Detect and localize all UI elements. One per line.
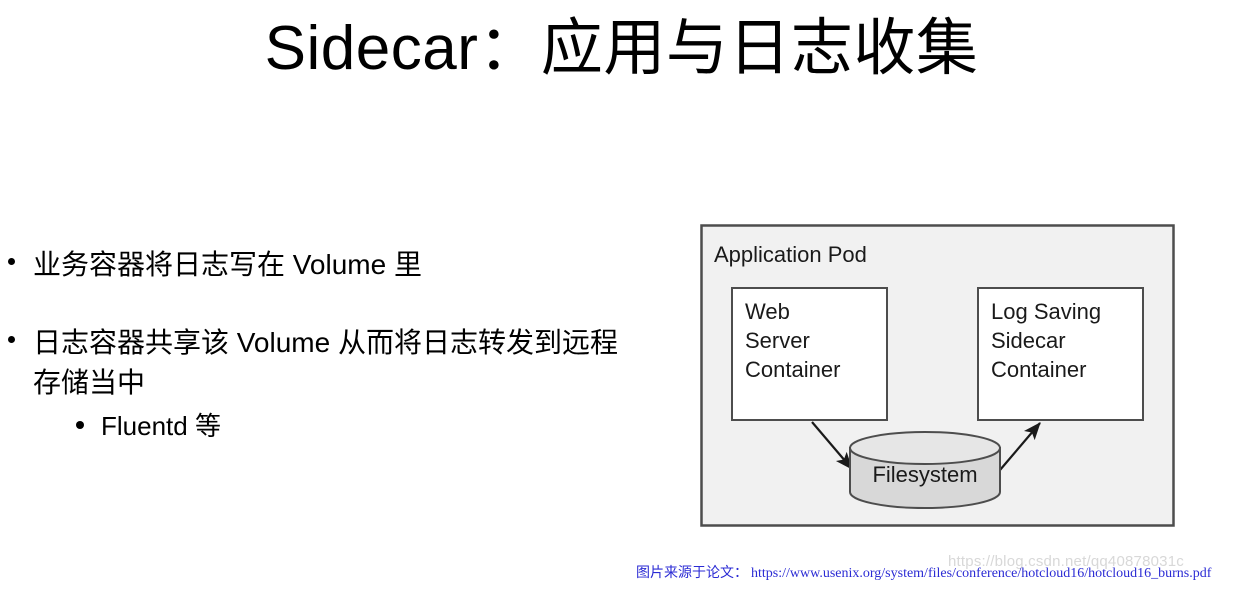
bullet-dot-icon bbox=[8, 258, 15, 265]
sub-bullet-list: Fluentd 等 bbox=[33, 407, 640, 445]
bullet-dot-icon bbox=[8, 336, 15, 343]
list-item: 业务容器将日志写在 Volume 里 bbox=[0, 245, 640, 285]
page-title: Sidecar：应用与日志收集 bbox=[264, 14, 979, 83]
bullet-text: 日志容器共享该 Volume 从而将日志转发到远程存储当中 bbox=[33, 327, 618, 398]
source-footnote-url[interactable]: https://www.usenix.org/system/files/conf… bbox=[751, 566, 1211, 581]
source-footnote-label: 图片来源于论文： bbox=[636, 566, 748, 581]
source-footnote: 图片来源于论文： https://www.usenix.org/system/fi… bbox=[636, 564, 1243, 584]
bullet-list: 业务容器将日志写在 Volume 里 日志容器共享该 Volume 从而将日志转… bbox=[0, 245, 640, 445]
list-item: 日志容器共享该 Volume 从而将日志转发到远程存储当中 Fluentd 等 bbox=[0, 323, 640, 445]
log-sidecar-container-line1: Log Saving bbox=[991, 299, 1101, 324]
log-sidecar-container-line2: Sidecar bbox=[991, 328, 1066, 353]
filesystem-label: Filesystem bbox=[872, 462, 977, 487]
sub-bullet-text: Fluentd 等 bbox=[101, 411, 221, 441]
application-pod-label: Application Pod bbox=[714, 242, 867, 267]
bullet-dot-icon bbox=[76, 421, 84, 429]
web-server-container-line1: Web bbox=[745, 299, 790, 324]
log-sidecar-container-line3: Container bbox=[991, 357, 1086, 382]
bullet-text: 业务容器将日志写在 Volume 里 bbox=[33, 249, 422, 280]
web-server-container-line2: Server bbox=[745, 328, 810, 353]
web-server-container-line3: Container bbox=[745, 357, 840, 382]
list-item: Fluentd 等 bbox=[68, 407, 640, 445]
architecture-diagram: Application Pod Web Server Container Log… bbox=[700, 224, 1175, 527]
